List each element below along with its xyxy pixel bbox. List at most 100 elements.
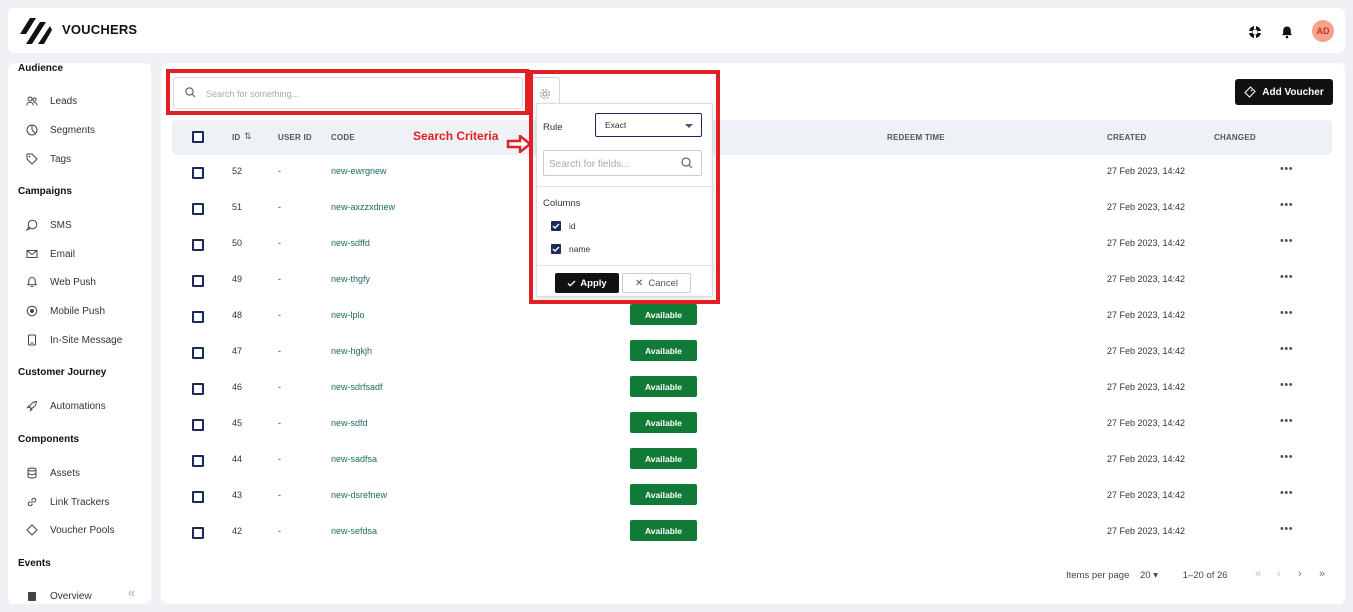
row-actions-icon[interactable]: ••• bbox=[1280, 235, 1293, 247]
cell-code[interactable]: new-dsrefnew bbox=[331, 490, 387, 500]
sidebar-item-label: Tags bbox=[50, 153, 72, 165]
row-checkbox[interactable] bbox=[192, 239, 204, 251]
row-actions-icon[interactable]: ••• bbox=[1280, 379, 1293, 391]
status-badge: Available bbox=[630, 340, 697, 361]
user-avatar[interactable]: AD bbox=[1312, 20, 1334, 42]
cell-id: 49 bbox=[232, 274, 243, 284]
column-option-id[interactable]: id bbox=[551, 220, 576, 232]
row-actions-icon[interactable]: ••• bbox=[1280, 487, 1293, 499]
cell-created: 27 Feb 2023, 14:42 bbox=[1107, 274, 1186, 284]
cancel-label: Cancel bbox=[648, 277, 678, 289]
table-header: ID ⇅ USER ID CODE REDEEM TIME CREATED CH… bbox=[172, 120, 1332, 155]
sidebar-item-voucher-pools[interactable]: Voucher Pools bbox=[26, 521, 115, 539]
sort-icon[interactable]: ⇅ bbox=[244, 131, 252, 142]
cell-code[interactable]: new-sdfd bbox=[331, 418, 368, 428]
row-checkbox[interactable] bbox=[192, 383, 204, 395]
cell-code[interactable]: new-sdrfsadf bbox=[331, 382, 383, 392]
column-header-code[interactable]: CODE bbox=[331, 133, 355, 142]
table-row[interactable]: 44 - new-sadfsa Available 27 Feb 2023, 14:42… bbox=[172, 443, 1332, 479]
column-header-user-id[interactable]: USER ID bbox=[278, 133, 312, 142]
mobile-badge-icon bbox=[26, 305, 38, 317]
cell-code[interactable]: new-ewrgnew bbox=[331, 166, 387, 176]
cell-code[interactable]: new-thgfy bbox=[331, 274, 370, 284]
row-actions-icon[interactable]: ••• bbox=[1280, 199, 1293, 211]
table-row[interactable]: 42 - new-sefdsa Available 27 Feb 2023, 14:42… bbox=[172, 515, 1332, 551]
row-actions-icon[interactable]: ••• bbox=[1280, 163, 1293, 175]
checkbox-checked-icon[interactable] bbox=[551, 221, 561, 231]
table-row[interactable]: 45 - new-sdfd Available 27 Feb 2023, 14:42 ••… bbox=[172, 407, 1332, 443]
sidebar-item-automations[interactable]: Automations bbox=[26, 397, 106, 415]
column-header-created[interactable]: CREATED bbox=[1107, 133, 1146, 142]
row-checkbox[interactable] bbox=[192, 167, 204, 179]
cell-code[interactable]: new-sadfsa bbox=[331, 454, 377, 464]
sidebar-item-overview[interactable]: Overview bbox=[26, 587, 92, 604]
cell-id: 47 bbox=[232, 346, 243, 356]
last-page-icon[interactable]: » bbox=[1319, 568, 1325, 580]
row-actions-icon[interactable]: ••• bbox=[1280, 523, 1293, 535]
cell-code[interactable]: new-sdffd bbox=[331, 238, 370, 248]
row-checkbox[interactable] bbox=[192, 455, 204, 467]
table-row[interactable]: 43 - new-dsrefnew Available 27 Feb 2023, 14:… bbox=[172, 479, 1332, 515]
cell-code[interactable]: new-lplo bbox=[331, 310, 365, 320]
bell-icon[interactable] bbox=[1280, 25, 1294, 39]
sidebar-item-email[interactable]: Email bbox=[26, 245, 75, 263]
sidebar-item-assets[interactable]: Assets bbox=[26, 464, 80, 482]
cell-user-id: - bbox=[278, 310, 281, 320]
sidebar-item-link-trackers[interactable]: Link Trackers bbox=[26, 493, 109, 511]
table-row[interactable]: 47 - new-hgkjh Available 27 Feb 2023, 14:42 •… bbox=[172, 335, 1332, 371]
row-checkbox[interactable] bbox=[192, 347, 204, 359]
table-row[interactable]: 46 - new-sdrfsadf Available 27 Feb 2023, 14:… bbox=[172, 371, 1332, 407]
column-header-id[interactable]: ID bbox=[232, 133, 240, 142]
column-header-redeem-time[interactable]: REDEEM TIME bbox=[887, 133, 945, 142]
sidebar-item-tags[interactable]: Tags bbox=[26, 150, 71, 168]
rule-select[interactable]: Exact bbox=[595, 113, 702, 137]
row-checkbox[interactable] bbox=[192, 275, 204, 287]
table-row[interactable]: 51 - new-axzzxdnew 27 Feb 2023, 14:42 ••• bbox=[172, 191, 1332, 227]
cell-id: 43 bbox=[232, 490, 243, 500]
row-checkbox[interactable] bbox=[192, 419, 204, 431]
column-header-changed[interactable]: CHANGED bbox=[1214, 133, 1256, 142]
checkbox-checked-icon[interactable] bbox=[551, 244, 561, 254]
table-row[interactable]: 49 - new-thgfy 27 Feb 2023, 14:42 ••• bbox=[172, 263, 1332, 299]
cell-code[interactable]: new-axzzxdnew bbox=[331, 202, 395, 212]
sidebar-item-segments[interactable]: Segments bbox=[26, 121, 95, 139]
sidebar-item-sms[interactable]: SMS bbox=[26, 216, 72, 234]
add-voucher-label: Add Voucher bbox=[1262, 86, 1324, 98]
add-voucher-button[interactable]: Add Voucher bbox=[1235, 79, 1333, 105]
row-checkbox[interactable] bbox=[192, 527, 204, 539]
table-row[interactable]: 52 - new-ewrgnew 27 Feb 2023, 14:42 ••• bbox=[172, 155, 1332, 191]
items-per-page-select[interactable]: 20 ▾ bbox=[1140, 570, 1158, 581]
row-checkbox[interactable] bbox=[192, 311, 204, 323]
sidebar-item-in-site-message[interactable]: In-Site Message bbox=[26, 331, 122, 349]
row-actions-icon[interactable]: ••• bbox=[1280, 343, 1293, 355]
row-checkbox[interactable] bbox=[192, 203, 204, 215]
sidebar-item-mobile-push[interactable]: Mobile Push bbox=[26, 302, 105, 320]
select-all-checkbox[interactable] bbox=[192, 131, 204, 143]
next-page-icon[interactable]: › bbox=[1298, 568, 1302, 580]
field-search-input[interactable] bbox=[549, 156, 674, 172]
first-page-icon[interactable]: « bbox=[1255, 568, 1261, 580]
column-option-name[interactable]: name bbox=[551, 243, 590, 255]
row-actions-icon[interactable]: ••• bbox=[1280, 451, 1293, 463]
row-actions-icon[interactable]: ••• bbox=[1280, 271, 1293, 283]
prev-page-icon[interactable]: ‹ bbox=[1277, 568, 1281, 580]
row-actions-icon[interactable]: ••• bbox=[1280, 307, 1293, 319]
cell-code[interactable]: new-hgkjh bbox=[331, 346, 372, 356]
sidebar-item-web-push[interactable]: Web Push bbox=[26, 273, 96, 291]
help-lifebuoy-icon[interactable] bbox=[1248, 25, 1262, 39]
sidebar-item-leads[interactable]: Leads bbox=[26, 92, 77, 110]
search-settings-popup: Rule Exact Columns id name Apply ✕ Cance… bbox=[536, 103, 714, 297]
collapse-sidebar-icon[interactable]: « bbox=[128, 585, 135, 600]
apply-button[interactable]: Apply bbox=[555, 273, 619, 293]
cell-code[interactable]: new-sefdsa bbox=[331, 526, 377, 536]
status-badge: Available bbox=[630, 484, 697, 505]
cell-created: 27 Feb 2023, 14:42 bbox=[1107, 490, 1186, 500]
table-row[interactable]: 50 - new-sdffd 27 Feb 2023, 14:42 ••• bbox=[172, 227, 1332, 263]
cell-user-id: - bbox=[278, 238, 281, 248]
row-actions-icon[interactable]: ••• bbox=[1280, 415, 1293, 427]
cancel-button[interactable]: ✕ Cancel bbox=[622, 273, 691, 293]
table-row[interactable]: 48 - new-lplo Available 27 Feb 2023, 14:42 ••… bbox=[172, 299, 1332, 335]
row-checkbox[interactable] bbox=[192, 491, 204, 503]
top-bar: VOUCHERS AD bbox=[8, 8, 1345, 53]
search-input[interactable] bbox=[206, 84, 506, 104]
